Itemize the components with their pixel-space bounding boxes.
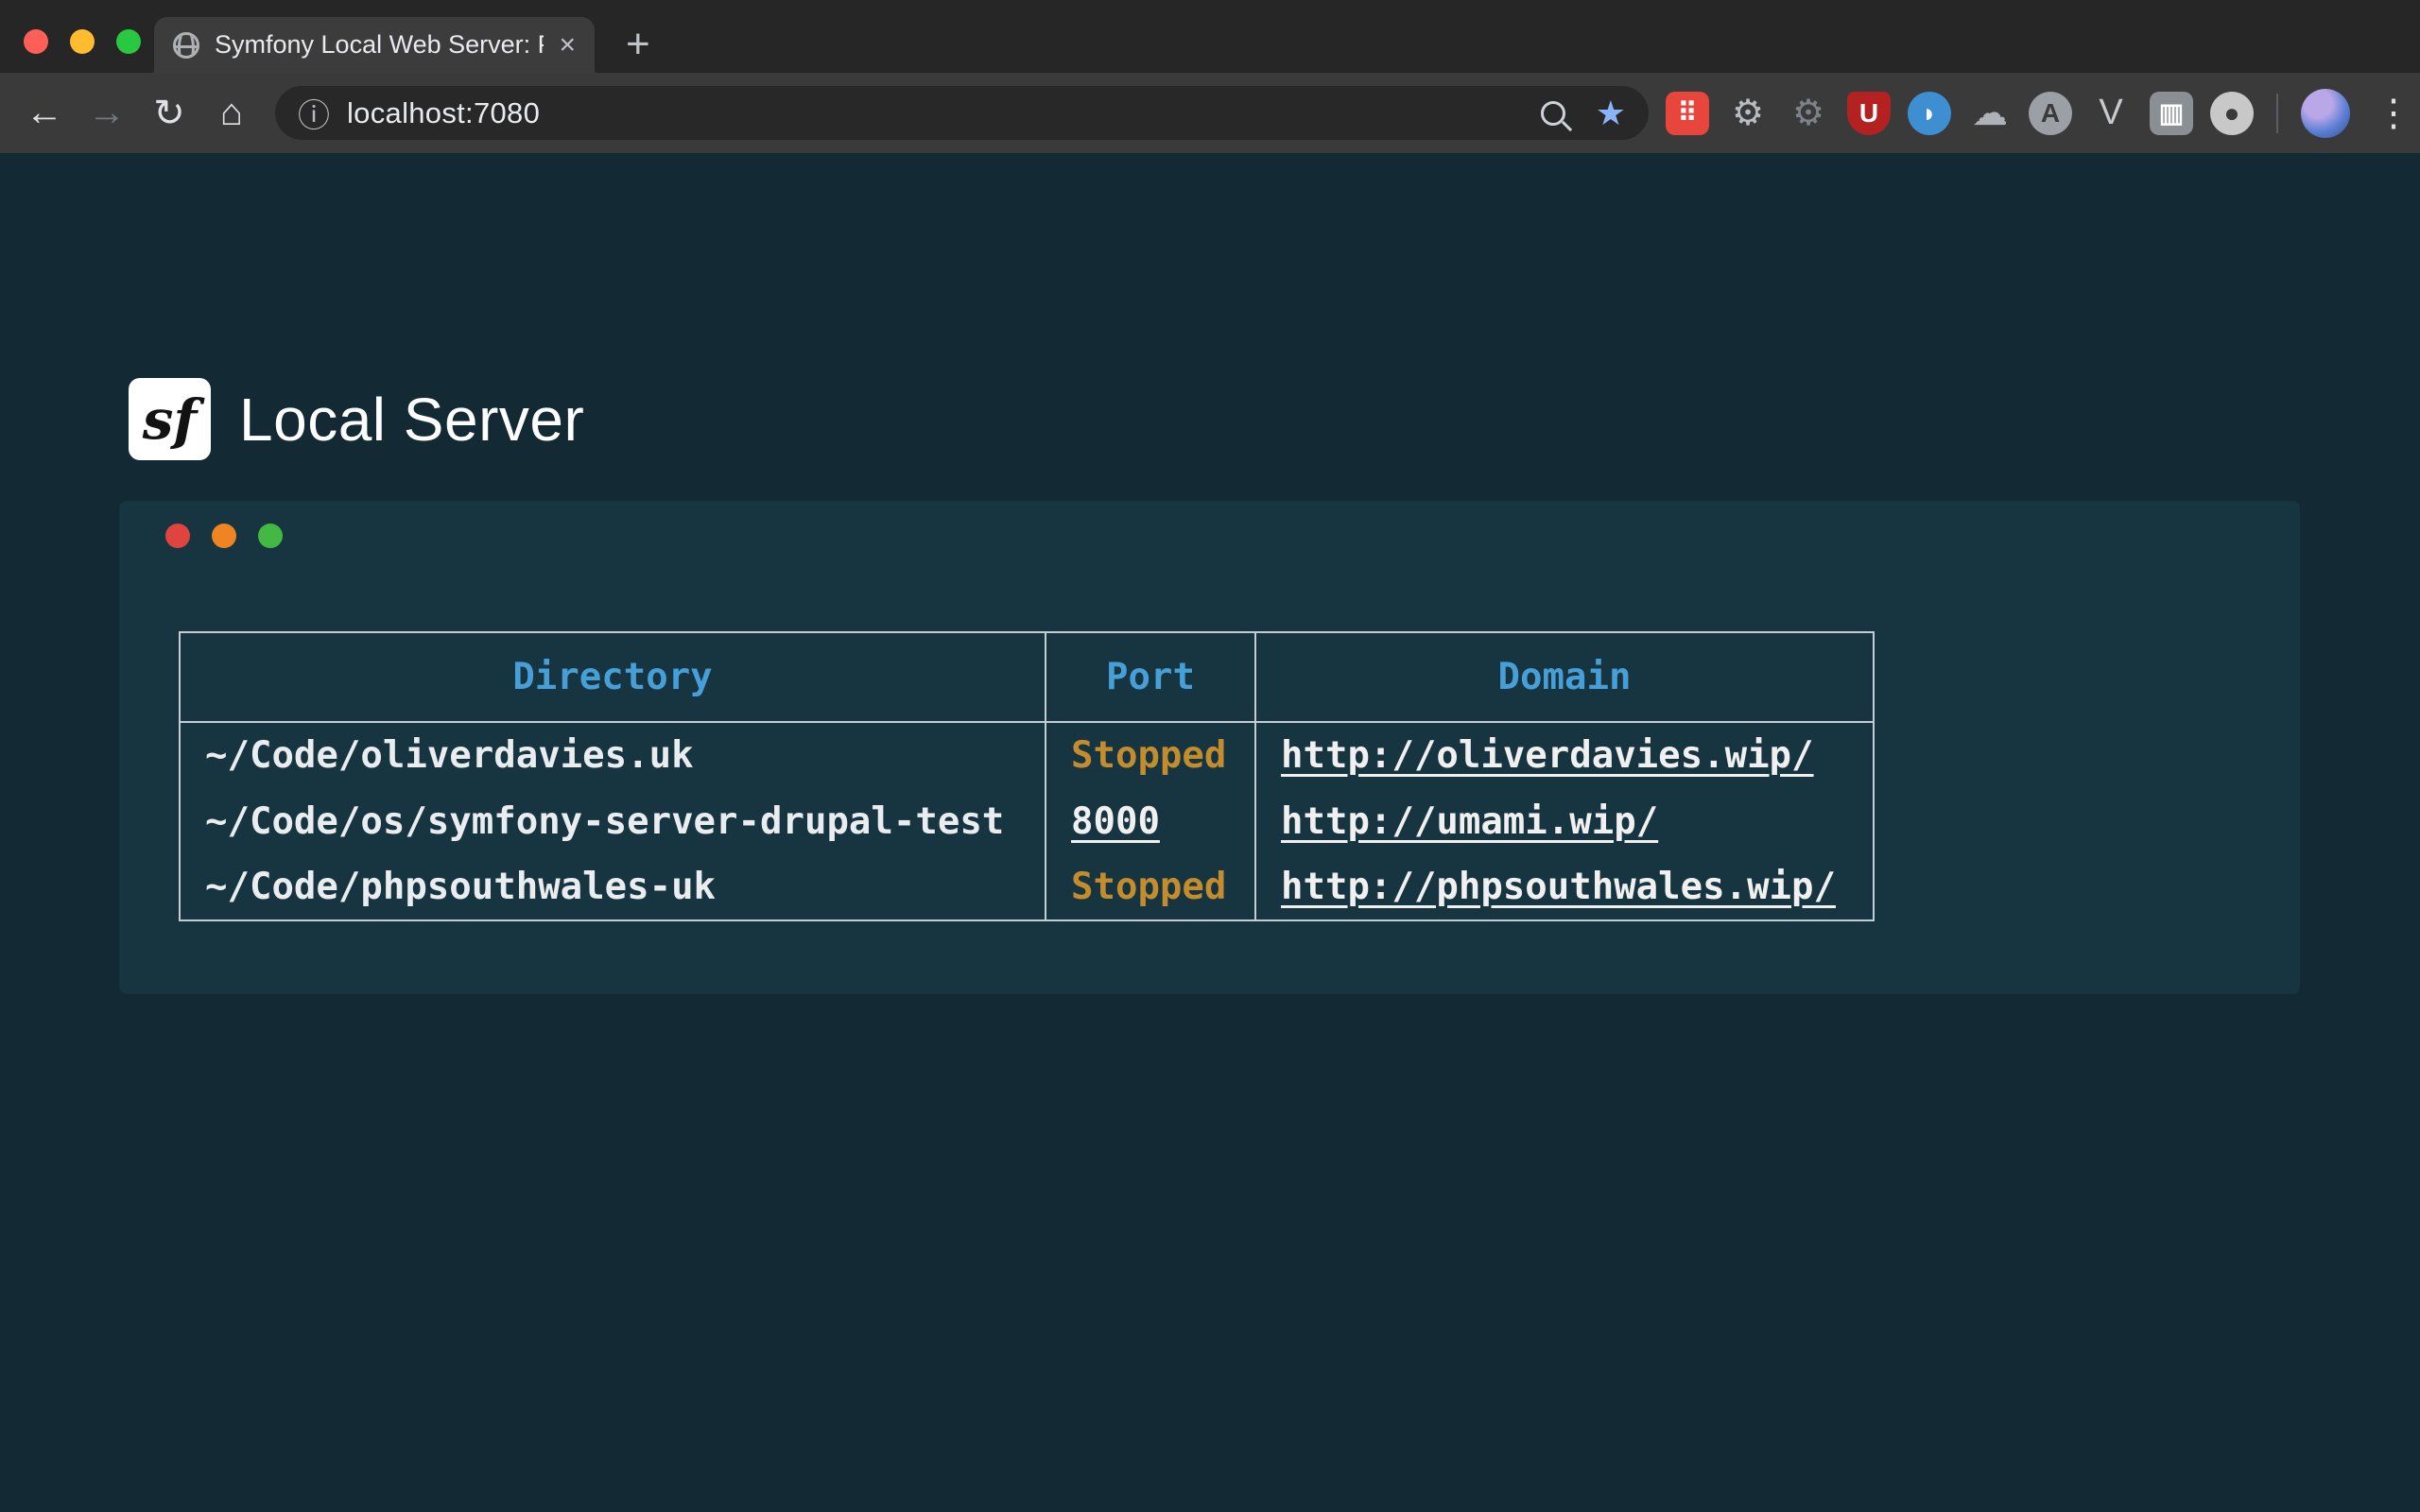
gear-extension-icon[interactable]: ⚙ [1726,92,1770,135]
directory-cell: ~/Code/oliverdavies.uk [180,722,1046,788]
domain-link[interactable]: http://oliverdavies.wip/ [1281,734,1814,777]
table-header-row: Directory Port Domain [180,632,1874,722]
letter-a-extension-icon[interactable]: A [2029,92,2072,135]
directory-cell: ~/Code/os/symfony-server-drupal-test [180,788,1046,854]
domain-cell: http://phpsouthwales.wip/ [1255,854,1874,920]
server-panel: Directory Port Domain ~/Code/oliverdavie… [119,501,2300,994]
forward-button[interactable]: → [76,82,138,145]
table-row: ~/Code/phpsouthwales-uk Stopped http://p… [180,854,1874,920]
new-tab-button[interactable]: + [626,21,650,68]
page-title: Local Server [239,385,584,455]
table-row: ~/Code/os/symfony-server-drupal-test 800… [180,788,1874,854]
github-extension-icon[interactable]: ● [2210,92,2254,135]
header-directory: Directory [180,632,1046,722]
site-info-icon[interactable]: ⓘ [298,90,330,136]
port-cell: Stopped [1046,854,1255,920]
red-grid-extension-icon[interactable]: ⠿ [1666,92,1709,135]
ublock-extension-icon[interactable]: U [1847,92,1891,135]
domain-link[interactable]: http://phpsouthwales.wip/ [1281,866,1836,908]
letter-v-extension-icon[interactable]: V [2089,92,2133,135]
tab-title: Symfony Local Web Server: Prox [215,30,544,60]
panel-traffic-dots [165,524,283,548]
page-content: sf Local Server Directory Port Domain [0,153,2420,1512]
home-button[interactable]: ⌂ [200,82,263,145]
window-zoom-button[interactable] [116,29,141,54]
window-controls [24,29,141,54]
symfony-logo-text: sf [143,387,198,452]
profile-avatar[interactable] [2301,89,2350,138]
blue-circle-extension-icon[interactable]: ◗ [1908,92,1951,135]
panel-red-dot [165,524,190,548]
bookmark-star-icon[interactable]: ★ [1596,94,1626,133]
browser-menu-button[interactable]: ⋮ [2367,92,2420,135]
domain-link[interactable]: http://umami.wip/ [1281,800,1658,843]
window-minimize-button[interactable] [70,29,95,54]
browser-tab[interactable]: Symfony Local Web Server: Prox × [154,17,595,73]
reload-button[interactable]: ↻ [138,82,200,145]
tab-strip: Symfony Local Web Server: Prox × + [0,0,2420,73]
proxy-table: Directory Port Domain ~/Code/oliverdavie… [179,631,1875,921]
nav-buttons: ← → ↻ ⌂ [13,73,263,153]
dark-gear-extension-icon[interactable]: ⚙ [1787,92,1830,135]
header-port: Port [1046,632,1255,722]
window-close-button[interactable] [24,29,48,54]
browser-window: Symfony Local Web Server: Prox × + ← → ↻… [0,0,2420,1512]
port-cell: Stopped [1046,722,1255,788]
globe-favicon-icon [173,32,199,59]
domain-cell: http://oliverdavies.wip/ [1255,722,1874,788]
back-button[interactable]: ← [13,82,76,145]
tab-close-icon[interactable]: × [559,29,576,61]
port-cell: 8000 [1046,788,1255,854]
header-domain: Domain [1255,632,1874,722]
table-row: ~/Code/oliverdavies.uk Stopped http://ol… [180,722,1874,788]
url-text[interactable]: localhost:7080 [347,96,1524,130]
directory-cell: ~/Code/phpsouthwales-uk [180,854,1046,920]
brand: sf Local Server [129,378,584,460]
port-link[interactable]: 8000 [1071,800,1160,843]
symfony-logo: sf [129,378,211,460]
panel-orange-dot [212,524,236,548]
browser-toolbar: ← → ↻ ⌂ ⓘ localhost:7080 ★ ⠿ ⚙ ⚙ U ◗ ☁ AV ▥ ● ⋮ [0,73,2420,153]
panel-green-dot [258,524,283,548]
zoom-icon[interactable] [1541,101,1565,126]
toolbar-separator [2276,94,2278,133]
cloud-extension-icon[interactable]: ☁ [1968,92,2012,135]
domain-cell: http://umami.wip/ [1255,788,1874,854]
stats-extension-icon[interactable]: ▥ [2150,92,2193,135]
address-bar[interactable]: ⓘ localhost:7080 ★ [275,86,1649,140]
extensions-bar: ⠿ ⚙ ⚙ U ◗ ☁ AV ▥ ● ⋮ [1666,73,2420,153]
